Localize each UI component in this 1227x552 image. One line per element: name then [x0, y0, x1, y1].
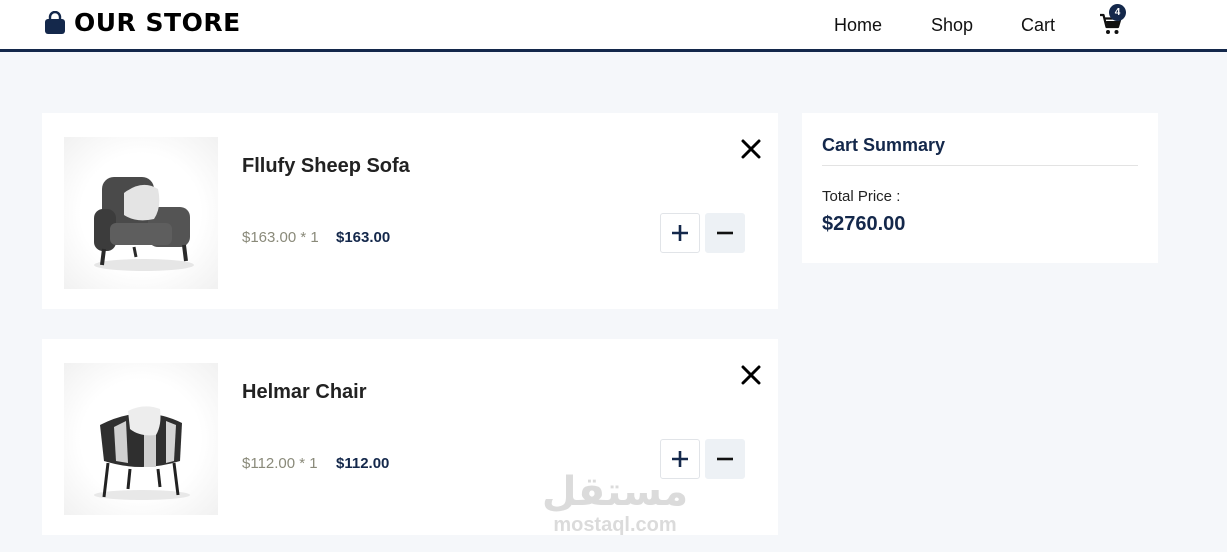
product-image-chair [64, 363, 218, 515]
line-total: $112.00 [336, 455, 390, 472]
cart-item: Fllufy Sheep Sofa $163.00 * 1 $163.00 [42, 113, 778, 309]
total-price-value: $2760.00 [822, 213, 906, 235]
product-name: Fllufy Sheep Sofa [242, 155, 410, 177]
remove-item-button[interactable] [739, 137, 763, 161]
shopping-bag-icon [45, 10, 65, 34]
total-price-label: Total Price : [822, 188, 901, 205]
watermark-url-text: mostaql.com [553, 514, 677, 536]
cart-count-badge: 4 [1109, 4, 1126, 21]
summary-title: Cart Summary [822, 135, 946, 155]
minus-icon [717, 457, 733, 461]
watermark: مستقل mostaql.com [540, 470, 690, 536]
unit-price: $163.00 * 1 [242, 229, 319, 246]
remove-item-button[interactable] [739, 363, 763, 387]
line-total: $163.00 [336, 229, 391, 246]
summary-divider [822, 165, 1138, 166]
decrease-quantity-button[interactable] [705, 439, 745, 479]
nav-cart-link[interactable]: Cart [1021, 15, 1055, 36]
brand-name: OUR STORE [74, 8, 241, 37]
plus-icon [672, 451, 688, 467]
unit-price: $112.00 * 1 [242, 455, 318, 472]
navbar: OUR STORE Home Shop Cart 4 [0, 0, 1227, 52]
cart-icon-button[interactable]: 4 [1099, 4, 1126, 37]
product-name: Helmar Chair [242, 381, 367, 403]
watermark-arabic-text: مستقل [541, 469, 689, 515]
nav-home-link[interactable]: Home [834, 15, 882, 36]
close-icon [741, 365, 761, 385]
close-icon [741, 139, 761, 159]
brand-logo[interactable]: OUR STORE [44, 8, 241, 37]
plus-icon [672, 225, 688, 241]
cart-summary: Cart Summary Total Price : $2760.00 [802, 113, 1158, 263]
minus-icon [717, 231, 733, 235]
nav-shop-link[interactable]: Shop [931, 15, 973, 36]
increase-quantity-button[interactable] [660, 213, 700, 253]
decrease-quantity-button[interactable] [705, 213, 745, 253]
product-image-armchair [64, 137, 218, 289]
